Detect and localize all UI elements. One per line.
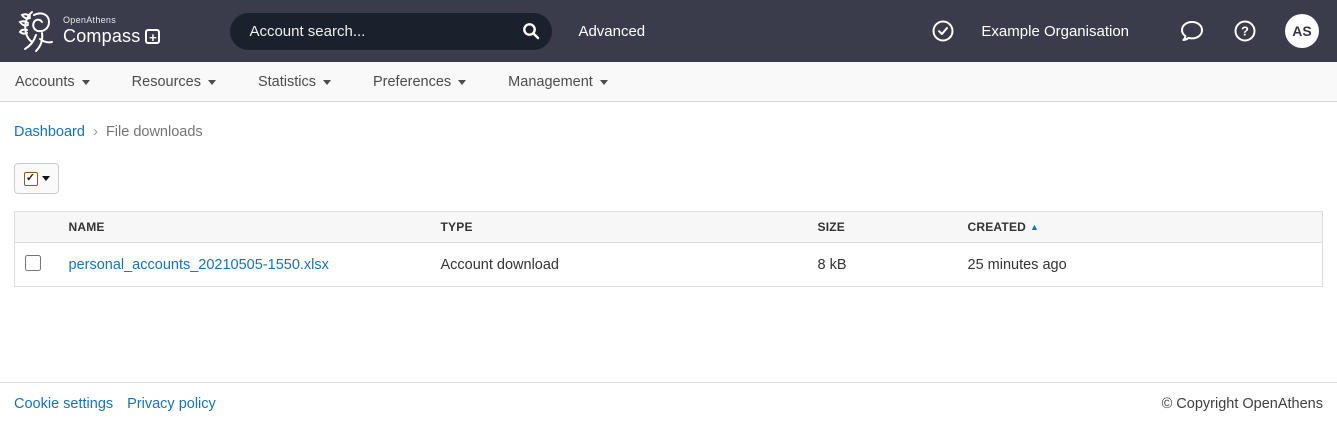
chevron-down-icon [82,80,90,85]
privacy-policy-link[interactable]: Privacy policy [127,396,216,412]
check-circle-icon [931,19,955,43]
plus-badge-icon: + [145,29,160,44]
copyright-text: © Copyright OpenAthens [1162,396,1323,412]
cookie-settings-link[interactable]: Cookie settings [14,396,113,412]
user-avatar[interactable]: AS [1285,14,1319,48]
svg-text:?: ? [1241,24,1249,39]
account-search-input[interactable] [230,23,510,40]
app-header: OpenAthens Compass + Advanced Example Or… [0,0,1337,62]
chevron-down-icon [458,80,466,85]
chevron-down-icon [208,80,216,85]
search-button[interactable] [510,13,552,50]
file-download-link[interactable]: personal_accounts_20210505-1550.xlsx [69,257,329,273]
nav-item-management[interactable]: Management [508,74,608,90]
select-all-dropdown-button[interactable]: ✓ [14,163,59,194]
page-content: Dashboard › File downloads ✓ NAME TYPE S… [0,102,1337,382]
cell-created: 25 minutes ago [958,243,1323,287]
column-header-name[interactable]: NAME [59,212,431,243]
chevron-down-icon [323,80,331,85]
search-icon [522,22,540,40]
brand-text: OpenAthens Compass + [63,16,160,46]
cell-type: Account download [431,243,808,287]
chat-bubble-icon [1179,19,1205,43]
nav-item-preferences[interactable]: Preferences [373,74,466,90]
column-header-created[interactable]: CREATED▲ [958,212,1323,243]
cell-size: 8 kB [808,243,958,287]
nav-item-resources[interactable]: Resources [132,74,216,90]
chat-button[interactable] [1179,19,1205,43]
brand-superscript: OpenAthens [63,16,160,25]
toolbar: ✓ [14,163,1323,194]
advanced-search-link[interactable]: Advanced [578,23,645,40]
main-nav: Accounts Resources Statistics Preference… [0,62,1337,102]
row-checkbox[interactable] [25,255,41,271]
header-checkbox-spacer [15,212,59,243]
checkbox-icon: ✓ [24,172,38,186]
breadcrumb: Dashboard › File downloads [14,123,1323,140]
nav-item-accounts[interactable]: Accounts [15,74,90,90]
breadcrumb-current: File downloads [106,124,203,140]
help-icon: ? [1233,19,1257,43]
account-search [230,13,552,50]
help-button[interactable]: ? [1233,19,1257,43]
sort-ascending-icon: ▲ [1030,222,1039,232]
table-header-row: NAME TYPE SIZE CREATED▲ [15,212,1323,243]
footer-links: Cookie settings Privacy policy [14,396,216,412]
chevron-down-icon [600,80,608,85]
brand-logo[interactable]: OpenAthens Compass + [16,9,160,53]
nav-item-statistics[interactable]: Statistics [258,74,331,90]
column-header-size[interactable]: SIZE [808,212,958,243]
organisation-name: Example Organisation [981,23,1129,40]
breadcrumb-dashboard-link[interactable]: Dashboard [14,124,85,140]
status-check-button[interactable] [931,19,955,43]
table-row: personal_accounts_20210505-1550.xlsx Acc… [15,243,1323,287]
header-right: Example Organisation ? AS [931,14,1319,48]
brand-name: Compass [63,27,140,46]
openathens-logo-icon [16,9,56,53]
breadcrumb-separator: › [93,123,98,140]
file-downloads-table: NAME TYPE SIZE CREATED▲ personal_account… [14,211,1323,287]
column-header-type[interactable]: TYPE [431,212,808,243]
app-footer: Cookie settings Privacy policy © Copyrig… [0,382,1337,426]
caret-down-icon [42,176,50,181]
